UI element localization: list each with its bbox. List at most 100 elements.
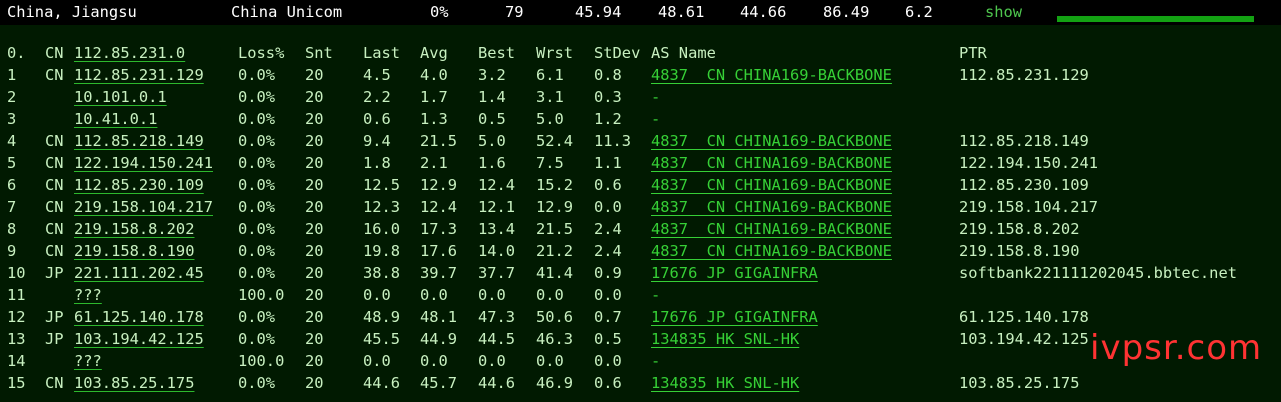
cell-cc: CN [45, 220, 64, 238]
cell-best: 0.5 [478, 110, 506, 128]
cell-avg: 0.0 [420, 286, 448, 304]
cell-last: 45.5 [363, 330, 401, 348]
header-stdev: StDev [594, 44, 641, 62]
cell-as[interactable]: 4837 CN CHINA169-BACKBONE [651, 154, 892, 172]
cell-ptr: 112.85.230.109 [959, 176, 1089, 194]
cell-host[interactable]: ??? [74, 286, 102, 304]
highlight-bar [1057, 16, 1254, 22]
cell-stdev: 0.8 [594, 66, 622, 84]
table-header-row: 0. CN 112.85.231.0 Loss% Snt Last Avg Best Wrst S… [0, 44, 1281, 66]
cell-hop: 2 [7, 88, 17, 106]
cell-as[interactable]: 4837 CN CHINA169-BACKBONE [651, 132, 892, 150]
cell-stdev: 0.0 [594, 286, 622, 304]
header-hop: 0. [7, 44, 26, 62]
cell-wrst: 15.2 [536, 176, 574, 194]
cell-best: 5.0 [478, 132, 506, 150]
cell-avg: 4.0 [420, 66, 448, 84]
cell-loss: 0.0% [238, 88, 276, 106]
header-wrst: Wrst [536, 44, 574, 62]
cell-host[interactable]: 221.111.202.45 [74, 264, 204, 282]
cell-host[interactable]: 219.158.104.217 [74, 198, 213, 216]
cell-stdev: 11.3 [594, 132, 632, 150]
cell-snt: 20 [305, 110, 324, 128]
cell-ptr: 219.158.8.202 [959, 220, 1080, 238]
cell-stdev: 2.4 [594, 220, 622, 238]
summary-snt: 79 [505, 3, 524, 21]
table-row: 12 JP 61.125.140.178 0.0% 20 48.9 48.1 47.3 50.6… [0, 308, 1281, 330]
cell-hop: 5 [7, 154, 17, 172]
cell-last: 48.9 [363, 308, 401, 326]
cell-as[interactable]: 4837 CN CHINA169-BACKBONE [651, 176, 892, 194]
cell-as[interactable]: 4837 CN CHINA169-BACKBONE [651, 220, 892, 238]
cell-as[interactable]: 134835 HK SNL-HK [651, 374, 799, 392]
cell-as[interactable]: 4837 CN CHINA169-BACKBONE [651, 242, 892, 260]
header-ptr: PTR [959, 44, 987, 62]
cell-cc: CN [45, 132, 64, 150]
cell-loss: 100.0 [238, 286, 285, 304]
cell-last: 12.5 [363, 176, 401, 194]
cell-stdev: 1.2 [594, 110, 622, 128]
cell-wrst: 7.5 [536, 154, 564, 172]
cell-loss: 0.0% [238, 176, 276, 194]
summary-avg: 48.61 [658, 3, 705, 21]
cell-wrst: 52.4 [536, 132, 574, 150]
cell-host[interactable]: 112.85.230.109 [74, 176, 204, 194]
cell-last: 0.6 [363, 110, 391, 128]
cell-host[interactable]: 112.85.231.129 [74, 66, 204, 84]
cell-loss: 0.0% [238, 374, 276, 392]
cell-host[interactable]: 219.158.8.202 [74, 220, 194, 238]
cell-ptr: softbank221111202045.bbtec.net [959, 264, 1237, 282]
table-row: 5 CN 122.194.150.241 0.0% 20 1.8 2.1 1.6 7.5 1.1 4… [0, 154, 1281, 176]
cell-as[interactable]: 4837 CN CHINA169-BACKBONE [651, 66, 892, 84]
cell-stdev: 0.6 [594, 374, 622, 392]
summary-stdev: 6.2 [905, 3, 933, 21]
cell-hop: 1 [7, 66, 17, 84]
cell-avg: 1.7 [420, 88, 448, 106]
cell-avg: 12.4 [420, 198, 458, 216]
cell-as: - [651, 110, 661, 128]
cell-as[interactable]: 17676 JP GIGAINFRA [651, 308, 818, 326]
cell-hop: 6 [7, 176, 17, 194]
cell-cc: CN [45, 176, 64, 194]
cell-stdev: 2.4 [594, 242, 622, 260]
cell-ptr: 103.85.25.175 [959, 374, 1080, 392]
table-row: 2 10.101.0.1 0.0% 20 2.2 1.7 1.4 3.1 0.3 - [0, 88, 1281, 110]
cell-snt: 20 [305, 66, 324, 84]
cell-last: 9.4 [363, 132, 391, 150]
cell-host[interactable]: ??? [74, 352, 102, 370]
cell-avg: 21.5 [420, 132, 458, 150]
cell-cc: CN [45, 66, 64, 84]
cell-host[interactable]: 61.125.140.178 [74, 308, 204, 326]
cell-ptr: 61.125.140.178 [959, 308, 1089, 326]
cell-best: 3.2 [478, 66, 506, 84]
cell-last: 4.5 [363, 66, 391, 84]
cell-as[interactable]: 134835 HK SNL-HK [651, 330, 799, 348]
cell-host[interactable]: 10.101.0.1 [74, 88, 167, 106]
cell-last: 12.3 [363, 198, 401, 216]
cell-wrst: 46.3 [536, 330, 574, 348]
cell-host[interactable]: 112.85.218.149 [74, 132, 204, 150]
header-snt: Snt [305, 44, 333, 62]
show-link[interactable]: show [985, 3, 1022, 21]
cell-ptr: 219.158.8.190 [959, 242, 1080, 260]
cell-as[interactable]: 17676 JP GIGAINFRA [651, 264, 818, 282]
isp-label: China Unicom [231, 3, 343, 21]
cell-wrst: 6.1 [536, 66, 564, 84]
cell-host[interactable]: 122.194.150.241 [74, 154, 213, 172]
cell-wrst: 12.9 [536, 198, 574, 216]
summary-loss: 0% [430, 3, 449, 21]
cell-host[interactable]: 103.194.42.125 [74, 330, 204, 348]
cell-as[interactable]: 4837 CN CHINA169-BACKBONE [651, 198, 892, 216]
cell-snt: 20 [305, 154, 324, 172]
header-host[interactable]: 112.85.231.0 [74, 44, 185, 62]
cell-host[interactable]: 219.158.8.190 [74, 242, 194, 260]
cell-snt: 20 [305, 330, 324, 348]
cell-host[interactable]: 103.85.25.175 [74, 374, 194, 392]
cell-avg: 12.9 [420, 176, 458, 194]
cell-host[interactable]: 10.41.0.1 [74, 110, 157, 128]
cell-avg: 2.1 [420, 154, 448, 172]
cell-snt: 20 [305, 88, 324, 106]
cell-last: 44.6 [363, 374, 401, 392]
cell-cc: CN [45, 242, 64, 260]
cell-cc: JP [45, 330, 64, 348]
